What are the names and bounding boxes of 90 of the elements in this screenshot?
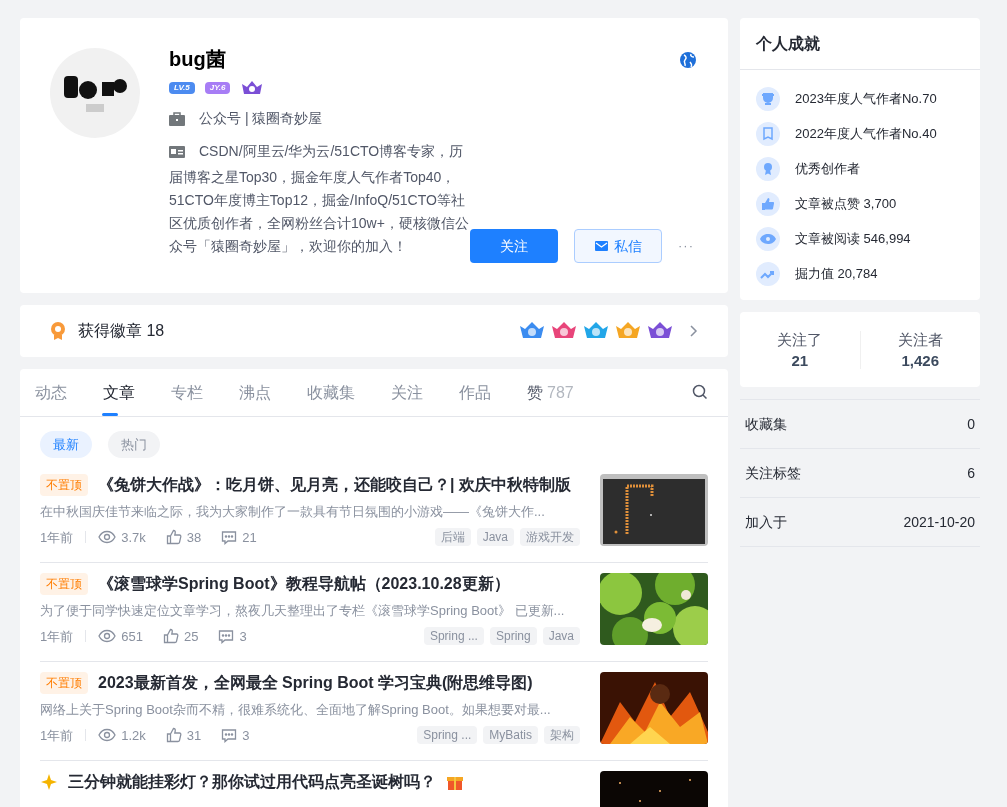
stat-value: 0: [967, 414, 975, 434]
globe-icon: [680, 52, 696, 68]
user-name: bug菌: [169, 47, 227, 72]
eye-icon: [98, 530, 117, 545]
message-button[interactable]: 私信: [574, 229, 662, 263]
stat-label: 关注标签: [745, 463, 801, 483]
chevron-right-icon: [690, 325, 698, 337]
level-badge: LV.5: [169, 82, 195, 94]
follow-stat[interactable]: 关注了 21: [740, 328, 860, 371]
pin-tag: 不置顶: [40, 573, 88, 595]
eye-icon: [98, 728, 117, 743]
achievement-text: 2023年度人气作者No.70: [795, 89, 937, 108]
like-count: 25: [183, 627, 199, 646]
article-title[interactable]: 《兔饼大作战》：吃月饼、见月亮，还能咬自己？| 欢庆中秋特制版: [98, 473, 571, 497]
article-time: 1年前: [40, 627, 74, 646]
comment-count: 3: [242, 726, 250, 745]
article-tag[interactable]: Java: [476, 528, 514, 547]
achievement-text: 文章被阅读 546,994: [795, 229, 911, 248]
article-excerpt: 网络上关于Spring Boot杂而不精，很难系统化、全面地了解Spring Boot。如果想要对最...: [40, 701, 552, 719]
more-button[interactable]: ···: [678, 236, 694, 256]
tab[interactable]: 关注: [373, 369, 441, 416]
like-count: 38: [186, 528, 202, 547]
view-count: 3.7k: [121, 528, 146, 547]
achievement-text: 2022年度人气作者No.40: [795, 124, 937, 143]
filter-chip[interactable]: 热门: [108, 431, 160, 458]
view-count: 651: [121, 627, 143, 646]
stat-value: 6: [967, 463, 975, 483]
tab[interactable]: 作品: [441, 369, 509, 416]
comment-icon: [221, 727, 238, 743]
thumbs-up-icon: [165, 529, 182, 546]
badges-count: 获得徽章 18: [78, 321, 165, 341]
article-tag[interactable]: MyBatis: [483, 726, 538, 745]
article-tag[interactable]: 游戏开发: [520, 528, 580, 547]
article-excerpt: 为了便于同学快速定位文章学习，熬夜几天整理出了专栏《滚雪球学Spring Boot》 已更新...: [40, 602, 566, 620]
trend-icon: [756, 261, 780, 286]
medal-icon: [756, 156, 780, 181]
eye-icon: [756, 226, 780, 251]
id-card-icon: [169, 145, 185, 158]
follow-stat[interactable]: 关注者 1,426: [860, 328, 980, 371]
article-time: 1年前: [40, 726, 74, 745]
achievement-text: 文章被点赞 3,700: [795, 194, 897, 213]
eye-icon: [98, 629, 117, 644]
achievement-text: 掘力值 20,784: [795, 264, 878, 283]
stat-value: 2021-10-20: [903, 512, 975, 532]
badges-bar[interactable]: 获得徽章 18: [20, 305, 728, 357]
article-time: 1年前: [40, 528, 74, 547]
pin-tag: 不置顶: [40, 672, 88, 694]
comment-icon: [218, 628, 235, 644]
thumbs-up-icon: [162, 628, 179, 645]
tab[interactable]: 收藏集: [289, 369, 373, 416]
stat-label: 收藏集: [745, 414, 787, 434]
comment-icon: [221, 529, 238, 545]
badge-icon: [50, 321, 66, 341]
card-title: 个人成就: [756, 33, 820, 54]
trophy-icon: [756, 86, 780, 111]
article-tag[interactable]: Spring ...: [423, 627, 484, 646]
thumb-icon: [756, 191, 780, 216]
filter-chip[interactable]: 最新: [40, 431, 92, 458]
view-count: 1.2k: [121, 726, 146, 745]
achievement-text: 优秀创作者: [795, 159, 860, 178]
sparkle-icon: [40, 773, 58, 791]
article-title[interactable]: 2023最新首发，全网最全 Spring Boot 学习宝典(附思维导图): [98, 671, 533, 695]
tab[interactable]: 文章: [85, 369, 153, 416]
tab[interactable]: 专栏: [153, 369, 221, 416]
stat-label: 加入于: [745, 512, 787, 532]
like-count: 31: [186, 726, 202, 745]
comment-count: 21: [242, 528, 257, 547]
article-title[interactable]: 三分钟就能挂彩灯？那你试过用代码点亮圣诞树吗？: [68, 770, 436, 794]
bio-text: CSDN/阿里云/华为云/51CTO博客专家，历: [199, 142, 464, 161]
tab[interactable]: 沸点: [221, 369, 289, 416]
tab-count: 787: [547, 382, 574, 403]
level-badge: JY.6: [204, 82, 231, 94]
article-tag[interactable]: Spring: [489, 627, 537, 646]
job-text: 公众号 | 猿圈奇妙屋: [199, 109, 323, 128]
follow-button[interactable]: 关注: [470, 229, 558, 263]
tab[interactable]: 赞 787: [509, 369, 592, 416]
article-title[interactable]: 《滚雪球学Spring Boot》教程导航帖（2023.10.28更新）: [98, 572, 510, 596]
article-tag[interactable]: 架构: [544, 726, 580, 745]
article-tag[interactable]: 后端: [434, 528, 471, 547]
mail-icon: [594, 241, 608, 251]
briefcase-icon: [169, 111, 185, 126]
article-excerpt: 在中秋国庆佳节来临之际，我为大家制作了一款具有节日氛围的小游戏——《兔饼大作...: [40, 503, 546, 521]
search-icon[interactable]: [692, 384, 708, 400]
thumbs-up-icon: [165, 727, 182, 744]
article-tag[interactable]: Spring ...: [417, 726, 478, 745]
pin-tag: 不置顶: [40, 474, 88, 496]
bio-text: 届博客之星Top30，掘金年度人气作者Top40，51CTO年度博主Top12，掘金/InfoQ/51CTO等社区优质创作者，全网粉丝合计10w+，硬核微信公众号「猿圈奇妙屋」，欢迎你的加入！: [169, 168, 470, 256]
tab[interactable]: 动态: [35, 369, 85, 416]
comment-count: 3: [239, 627, 247, 646]
article-tag[interactable]: Java: [542, 627, 580, 646]
